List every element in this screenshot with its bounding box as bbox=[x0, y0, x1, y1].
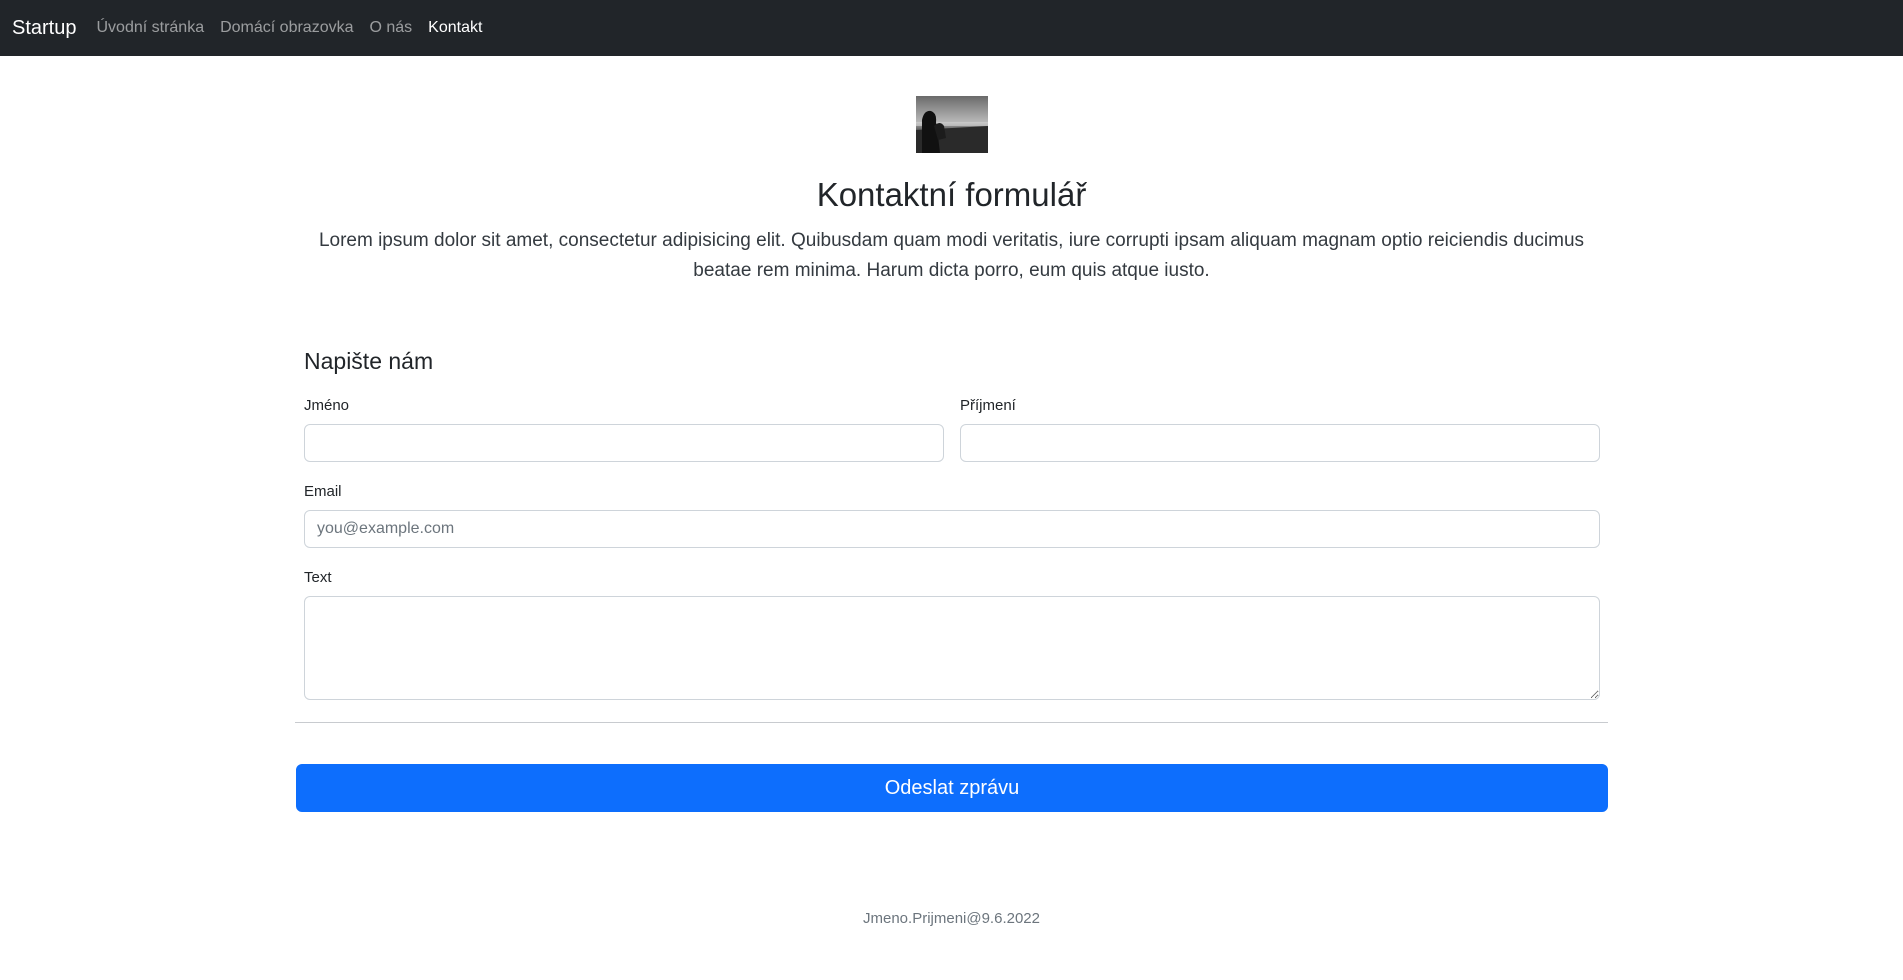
first-name-input[interactable] bbox=[304, 424, 944, 462]
first-name-label: Jméno bbox=[304, 397, 350, 414]
form-section-title: Napište nám bbox=[304, 348, 434, 374]
navbar-brand[interactable]: Startup bbox=[12, 17, 76, 40]
email-label: Email bbox=[304, 483, 342, 500]
nav-item-domaci-obrazovka[interactable]: Domácí obrazovka bbox=[220, 19, 353, 37]
nav-item-uvodni-stranka[interactable]: Úvodní stránka bbox=[96, 19, 204, 37]
nav-item-kontakt[interactable]: Kontakt bbox=[428, 19, 482, 37]
hero-image bbox=[916, 96, 988, 153]
page-lead-text: Lorem ipsum dolor sit amet, consectetur … bbox=[318, 230, 1585, 281]
form-divider bbox=[295, 722, 1608, 723]
email-input[interactable] bbox=[304, 510, 1600, 548]
submit-message-button[interactable]: Odeslat zprávu bbox=[296, 764, 1608, 812]
message-textarea[interactable] bbox=[304, 596, 1600, 700]
landscape-photo-icon bbox=[916, 96, 988, 153]
last-name-label: Příjmení bbox=[960, 397, 1016, 414]
footer-text: Jmeno.Prijmeni@9.6.2022 bbox=[863, 910, 1040, 927]
top-navbar: Startup Úvodní stránka Domácí obrazovka … bbox=[0, 0, 1903, 56]
text-label: Text bbox=[304, 569, 332, 586]
nav-item-o-nas[interactable]: O nás bbox=[369, 19, 412, 37]
last-name-input[interactable] bbox=[960, 424, 1600, 462]
page-title: Kontaktní formulář bbox=[816, 176, 1087, 213]
